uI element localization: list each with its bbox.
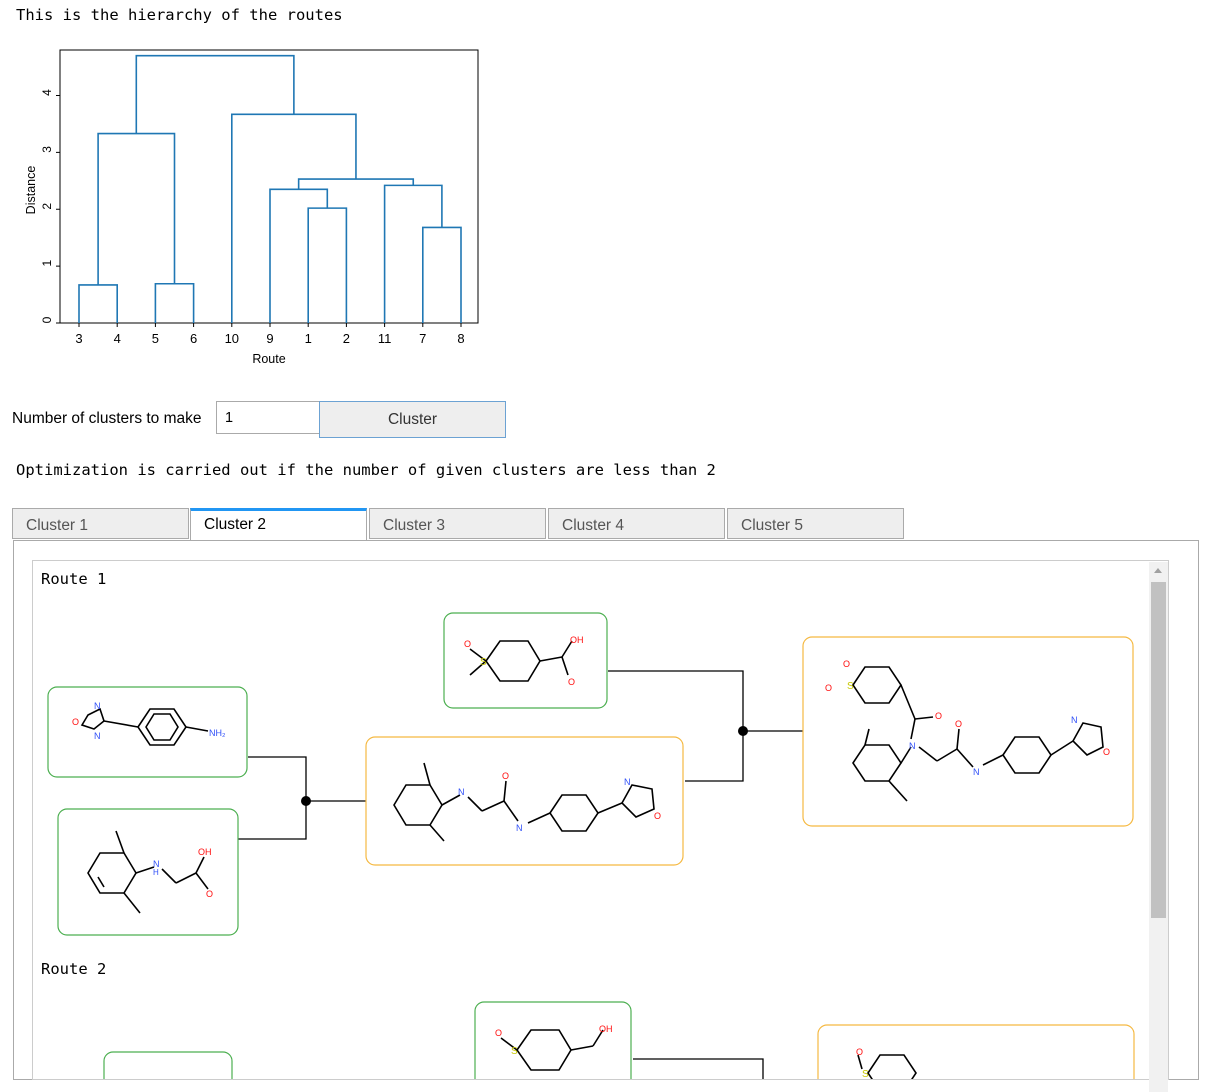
route-1-join-dot-b	[738, 726, 748, 736]
tab-panel: Route 1 Route 2 O N N NH₂ N H OH O N O N…	[13, 540, 1199, 1092]
atom-o: O	[495, 1028, 502, 1038]
molecule-route2-product: S O	[817, 1024, 1135, 1079]
scroll-up-arrow-icon[interactable]	[1154, 568, 1162, 573]
atom-o: O	[935, 711, 942, 721]
atom-n: N	[94, 731, 101, 741]
atom-n: N	[458, 787, 465, 797]
atom-oh: OH	[570, 635, 584, 645]
atom-o: O	[502, 771, 509, 781]
y-axis-label: Distance	[24, 166, 38, 215]
route-1-join-dot-a	[301, 796, 311, 806]
atom-n: N	[973, 767, 980, 777]
atom-n: N	[624, 777, 631, 787]
x-tick-label: 7	[419, 331, 426, 346]
atom-o: O	[843, 659, 850, 669]
dendrogram-links	[78, 54, 462, 323]
route-2-connectors	[633, 1058, 764, 1079]
tab-cluster-1[interactable]: Cluster 1	[12, 508, 189, 539]
atom-o: O	[1103, 747, 1110, 757]
dendrogram-link-4	[269, 188, 329, 323]
atom-o: O	[955, 719, 962, 729]
atom-n: N	[516, 823, 523, 833]
x-tick-label: 4	[114, 331, 121, 346]
dendrogram-link-7	[297, 178, 415, 190]
y-tick-label: 0	[40, 316, 54, 323]
atom-h: H	[153, 868, 159, 877]
x-tick-label: 5	[152, 331, 159, 346]
x-tick-label: 2	[343, 331, 350, 346]
dendrogram-link-8	[231, 113, 357, 323]
plot-frame	[59, 49, 479, 324]
cluster-controls: Number of clusters to make Cluster	[12, 401, 512, 438]
atom-oh: OH	[599, 1024, 613, 1034]
molecule-final-product: S O O O N O N N O	[802, 636, 1134, 827]
atom-s: S	[480, 657, 487, 668]
atom-o: O	[825, 683, 832, 693]
y-tick-label: 4	[40, 89, 54, 96]
atom-n: N	[909, 741, 916, 751]
x-tick-label: 1	[305, 331, 312, 346]
dendrogram-link-9	[135, 54, 295, 134]
molecule-route2-reactant	[103, 1051, 233, 1079]
tab-cluster-4[interactable]: Cluster 4	[548, 508, 725, 539]
vertical-scrollbar[interactable]	[1149, 562, 1168, 1092]
x-tick-label: 9	[266, 331, 273, 346]
atom-o: O	[568, 677, 575, 687]
cluster-button[interactable]: Cluster	[319, 401, 506, 438]
dendrogram-link-3	[307, 207, 348, 323]
x-tick-label: 3	[75, 331, 82, 346]
dendrogram-link-2	[97, 132, 176, 285]
x-axis-label: Route	[252, 352, 285, 366]
route-1-tree: O N N NH₂ N H OH O N O N N O S OH O O S …	[47, 612, 1135, 1079]
x-axis-ticks: 3 4 5 6 10 9 1 2 11 7 8	[75, 323, 465, 346]
atom-o: O	[72, 717, 79, 727]
atom-o: O	[654, 811, 661, 821]
y-axis-ticks: 0 1 2 3 4	[40, 89, 60, 324]
atom-n: N	[94, 701, 101, 711]
atom-nh2: NH₂	[209, 728, 226, 738]
scrollbar-thumb[interactable]	[1151, 582, 1166, 918]
atom-o: O	[464, 639, 471, 649]
clusters-input[interactable]	[216, 401, 324, 434]
dendrogram-link-1	[154, 282, 195, 323]
molecule-thiane-acid: S OH O O	[443, 612, 608, 709]
tab-cluster-3[interactable]: Cluster 3	[369, 508, 546, 539]
molecule-oxadiazolyl-aniline: O N N NH₂	[47, 686, 248, 778]
y-tick-label: 1	[40, 259, 54, 266]
dendrogram-link-5	[422, 226, 462, 323]
molecule-route2-thiane-acid: S OH O	[474, 1001, 632, 1079]
routes-output[interactable]: Route 1 Route 2 O N N NH₂ N H OH O N O N…	[32, 560, 1169, 1080]
dendrogram-chart: 0 1 2 3 4 3 4 5 6 10 9 1 2 11 7 8 Route Distance	[24, 49, 479, 366]
molecule-amide-intermediate: N O N N O	[365, 736, 684, 866]
x-tick-label: 10	[225, 331, 239, 346]
y-tick-label: 2	[40, 203, 54, 210]
molecule-xylyl-glycine: N H OH O	[57, 808, 239, 936]
y-tick-label: 3	[40, 146, 54, 153]
dendrogram-link-0	[78, 284, 118, 323]
atom-o: O	[206, 889, 213, 899]
optimization-note: Optimization is carried out if the numbe…	[16, 461, 716, 479]
cluster-tabs: Cluster 1 Cluster 2 Cluster 3 Cluster 4 …	[12, 508, 912, 541]
x-tick-label: 8	[457, 331, 464, 346]
intro-text: This is the hierarchy of the routes	[16, 6, 343, 24]
x-tick-label: 11	[378, 331, 392, 346]
tab-cluster-2[interactable]: Cluster 2	[190, 508, 367, 541]
atom-s: S	[847, 681, 854, 692]
x-tick-label: 6	[190, 331, 197, 346]
dendrogram-link-6	[383, 184, 443, 323]
atom-s: S	[511, 1046, 518, 1057]
atom-oh: OH	[198, 847, 212, 857]
atom-n: N	[1071, 715, 1078, 725]
clusters-label: Number of clusters to make	[12, 410, 202, 427]
tab-cluster-5[interactable]: Cluster 5	[727, 508, 904, 539]
atom-o: O	[856, 1047, 863, 1057]
